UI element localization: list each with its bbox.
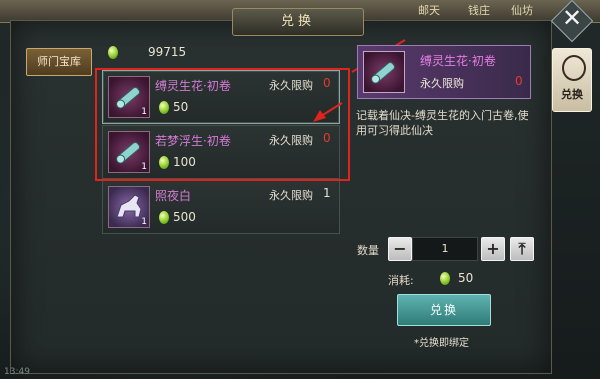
scroll-icon [363, 51, 405, 93]
selected-item-limit-label: 永久限购 [420, 77, 464, 90]
cost-label: 消耗: [388, 274, 414, 287]
exchange-button[interactable]: 兑换 [397, 294, 491, 326]
bind-notice: *兑换即绑定 [414, 338, 469, 349]
quantity-decrease-button[interactable]: − [388, 237, 412, 261]
item-description: 记载着仙决-缚灵生花的入门古卷,使用可习得此仙决 [356, 109, 529, 137]
quantity-input[interactable]: 1 [412, 237, 478, 261]
quantity-max-button[interactable]: ⤒ [510, 237, 534, 261]
jade-currency-icon [440, 272, 450, 285]
selected-item-limit-value: 0 [515, 74, 523, 88]
side-tab-exchange[interactable]: 兑换 [552, 48, 592, 112]
quantity-label: 数量 [357, 244, 379, 257]
selected-item-card: 缚灵生花·初卷 永久限购 0 [357, 45, 531, 99]
side-tab-label: 兑换 [561, 88, 583, 101]
cost-value: 50 [458, 271, 474, 285]
quantity-increase-button[interactable]: + [481, 237, 505, 261]
exchange-emblem-icon [562, 55, 586, 81]
selected-item-name: 缚灵生花·初卷 [420, 54, 496, 68]
clock: 13:49 [4, 367, 30, 377]
